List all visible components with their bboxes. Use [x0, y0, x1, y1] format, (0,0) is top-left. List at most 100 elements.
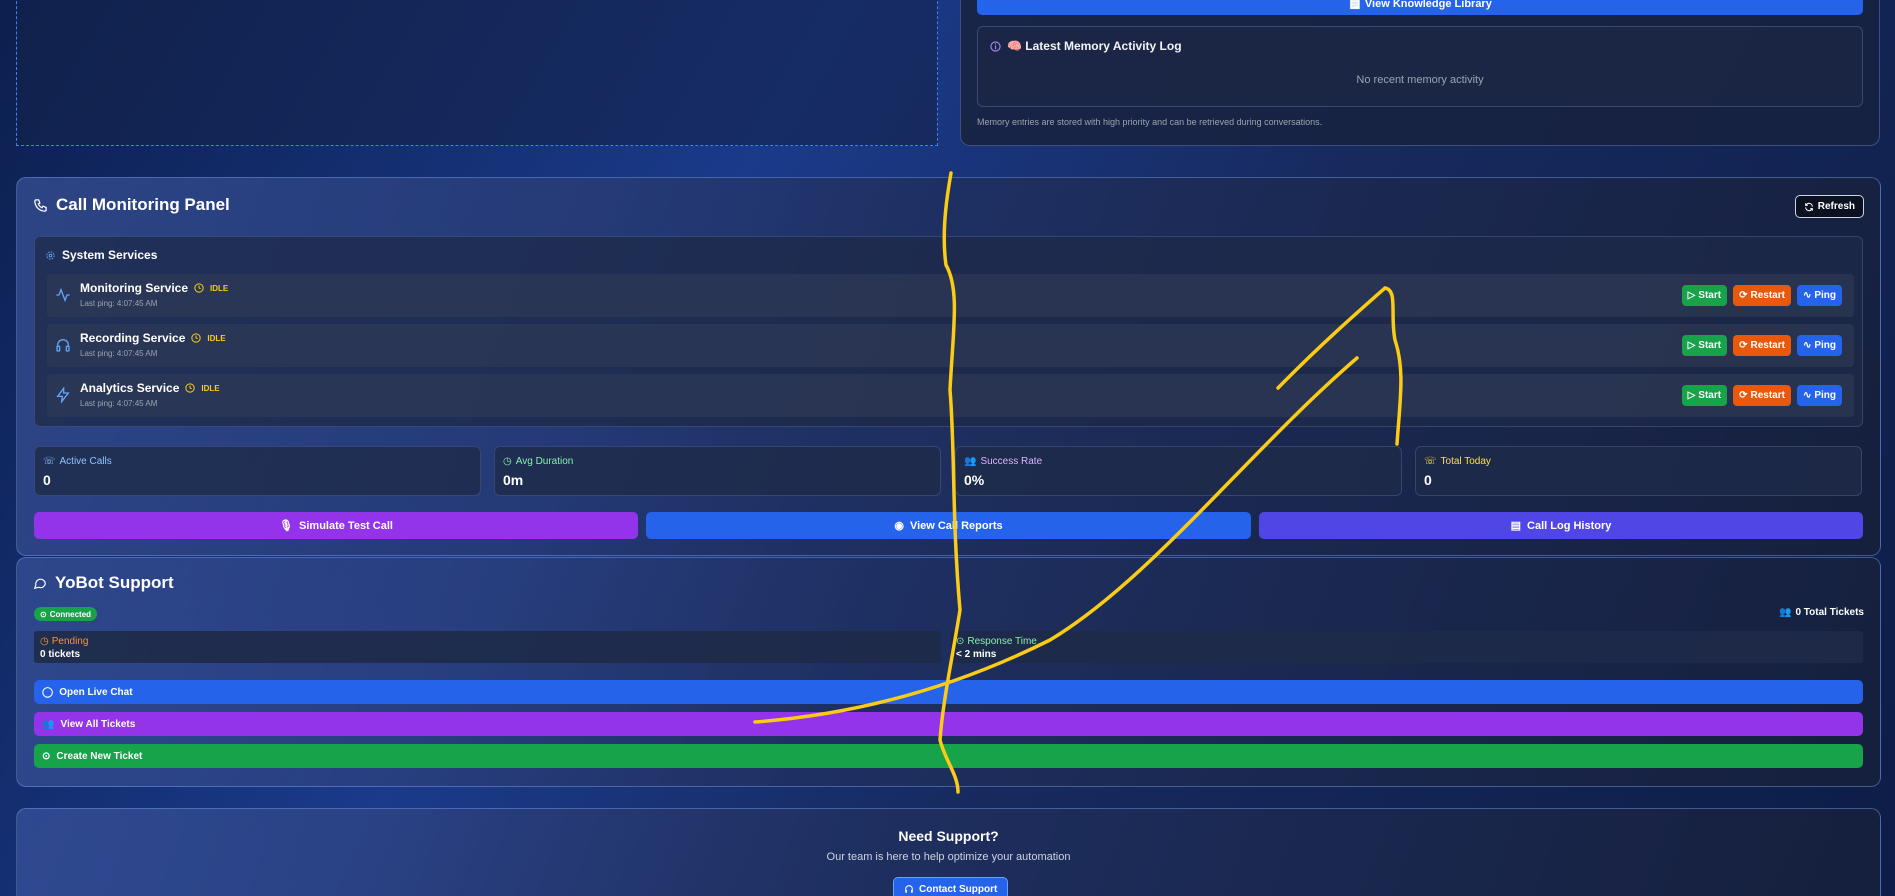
help-subtitle: Our team is here to help optimize your a… — [826, 851, 1071, 863]
refresh-icon: ⟳ — [1739, 290, 1748, 301]
contact-support-label: Contact Support — [919, 883, 998, 895]
stat-value: 0m — [503, 472, 524, 488]
phone-icon — [33, 198, 48, 213]
users-icon: 👥 — [1779, 607, 1792, 618]
stat-value: 0% — [964, 472, 985, 488]
check-circle-icon: ⊙ — [42, 750, 51, 762]
new-ticket-label: Create New Ticket — [56, 750, 143, 762]
play-icon: ▷ — [1687, 290, 1696, 301]
service-status: IDLE — [201, 383, 220, 393]
view-knowledge-library-button[interactable]: 📄 View Knowledge Library — [977, 0, 1863, 15]
support-title-text: YoBot Support — [55, 573, 174, 592]
memory-panel: 📄 View Knowledge Library 🧠 Latest Memory… — [960, 0, 1880, 146]
create-new-ticket-button[interactable]: ⊙ Create New Ticket — [34, 744, 1863, 768]
ping-button[interactable]: ∿ Ping — [1796, 385, 1842, 406]
log-history-label: Call Log History — [1527, 519, 1612, 532]
refresh-icon — [1804, 202, 1814, 212]
memory-empty-text: No recent memory activity — [1356, 74, 1484, 86]
restart-button[interactable]: ⟳ Restart — [1733, 385, 1791, 406]
simulate-label: Simulate Test Call — [299, 519, 393, 532]
stat-success-rate: 👥 Success Rate 0% — [955, 446, 1402, 496]
system-services: System Services Monitoring Service IDLE … — [34, 236, 1863, 427]
call-panel-title-text: Call Monitoring Panel — [56, 195, 230, 214]
call-panel-title: Call Monitoring Panel — [33, 195, 230, 215]
service-status: IDLE — [210, 283, 229, 293]
service-last-ping: Last ping: 4:07:45 AM — [80, 349, 158, 358]
restart-label: Restart — [1750, 340, 1785, 351]
service-row-monitoring: Monitoring Service IDLE Last ping: 4:07:… — [47, 274, 1854, 317]
refresh-button[interactable]: Refresh — [1794, 195, 1864, 218]
start-label: Start — [1698, 340, 1722, 351]
stat-label-text: Total Today — [1440, 456, 1491, 467]
ping-button[interactable]: ∿ Ping — [1796, 285, 1842, 306]
clock-icon — [185, 383, 196, 393]
stat-label-text: Success Rate — [980, 456, 1043, 467]
check-icon: ⊙ — [956, 636, 965, 647]
pending-label-text: Pending — [51, 636, 89, 647]
ping-label: Ping — [1814, 340, 1836, 351]
activity-icon: ∿ — [1802, 340, 1812, 351]
all-tickets-label: View All Tickets — [60, 718, 136, 730]
start-button[interactable]: ▷ Start — [1681, 335, 1728, 356]
mic-icon: 🎙 — [279, 520, 294, 532]
clock-icon — [191, 333, 202, 343]
refresh-icon: ⟳ — [1739, 390, 1748, 401]
restart-label: Restart — [1750, 390, 1785, 401]
status-badge-text: Connected — [49, 609, 92, 619]
start-label: Start — [1698, 290, 1722, 301]
service-name: Analytics Service IDLE — [80, 381, 220, 395]
start-button[interactable]: ▷ Start — [1681, 285, 1728, 306]
stat-label: ☏ Active Calls — [43, 456, 112, 467]
pending-stat: ◷ Pending 0 tickets — [34, 631, 941, 663]
service-name-text: Recording Service — [80, 331, 186, 345]
total-tickets: 👥 0 Total Tickets — [1779, 607, 1864, 618]
stat-value: 0 — [43, 472, 51, 488]
live-chat-label: Open Live Chat — [59, 686, 133, 698]
call-monitoring-panel: Call Monitoring Panel Refresh System Ser… — [16, 177, 1881, 556]
eye-icon: ◉ — [894, 520, 904, 532]
open-live-chat-button[interactable]: ◯ Open Live Chat — [34, 680, 1863, 704]
need-support-panel: Need Support? Our team is here to help o… — [16, 808, 1881, 896]
call-log-history-button[interactable]: ▤ Call Log History — [1259, 512, 1863, 539]
service-name-text: Analytics Service — [80, 381, 180, 395]
stat-total-today: ☏ Total Today 0 — [1415, 446, 1862, 496]
restart-button[interactable]: ⟳ Restart — [1733, 285, 1791, 306]
stat-label: ☏ Total Today — [1424, 456, 1491, 467]
stat-label-text: Avg Duration — [515, 456, 574, 467]
ping-label: Ping — [1814, 290, 1836, 301]
stat-avg-duration: ◷ Avg Duration 0m — [494, 446, 941, 496]
phone-icon: ☏ — [1424, 456, 1437, 467]
headphones-icon — [904, 884, 914, 894]
memory-note: Memory entries are stored with high prio… — [977, 117, 1323, 127]
check-icon: ⊙ — [40, 609, 47, 619]
play-icon: ▷ — [1687, 390, 1696, 401]
refresh-label: Refresh — [1817, 201, 1855, 212]
refresh-icon: ⟳ — [1739, 340, 1748, 351]
restart-button[interactable]: ⟳ Restart — [1733, 335, 1791, 356]
service-status: IDLE — [207, 333, 226, 343]
stat-label: ◷ Avg Duration — [503, 456, 573, 467]
start-button[interactable]: ▷ Start — [1681, 385, 1728, 406]
contact-support-button[interactable]: Contact Support — [893, 877, 1009, 896]
headphones-icon — [55, 337, 71, 353]
service-last-ping: Last ping: 4:07:45 AM — [80, 399, 158, 408]
response-value: < 2 mins — [956, 649, 997, 660]
view-all-tickets-button[interactable]: 👥 View All Tickets — [34, 712, 1863, 736]
memory-log-title: 🧠 Latest Memory Activity Log — [990, 39, 1182, 53]
ping-label: Ping — [1814, 390, 1836, 401]
view-call-reports-button[interactable]: ◉ View Call Reports — [646, 512, 1251, 539]
activity-icon — [55, 287, 71, 303]
services-title: System Services — [45, 248, 157, 262]
ping-button[interactable]: ∿ Ping — [1796, 335, 1842, 356]
support-title: YoBot Support — [33, 573, 174, 593]
chat-icon: ◯ — [42, 686, 54, 698]
reports-label: View Call Reports — [909, 519, 1003, 532]
info-icon — [990, 40, 1001, 52]
users-icon: 👥 — [964, 456, 977, 467]
simulate-test-call-button[interactable]: 🎙 Simulate Test Call — [34, 512, 638, 539]
help-title: Need Support? — [898, 828, 999, 844]
stat-value: 0 — [1424, 472, 1432, 488]
service-row-recording: Recording Service IDLE Last ping: 4:07:4… — [47, 324, 1854, 367]
service-name: Monitoring Service IDLE — [80, 281, 228, 295]
stat-label: 👥 Success Rate — [964, 456, 1042, 467]
